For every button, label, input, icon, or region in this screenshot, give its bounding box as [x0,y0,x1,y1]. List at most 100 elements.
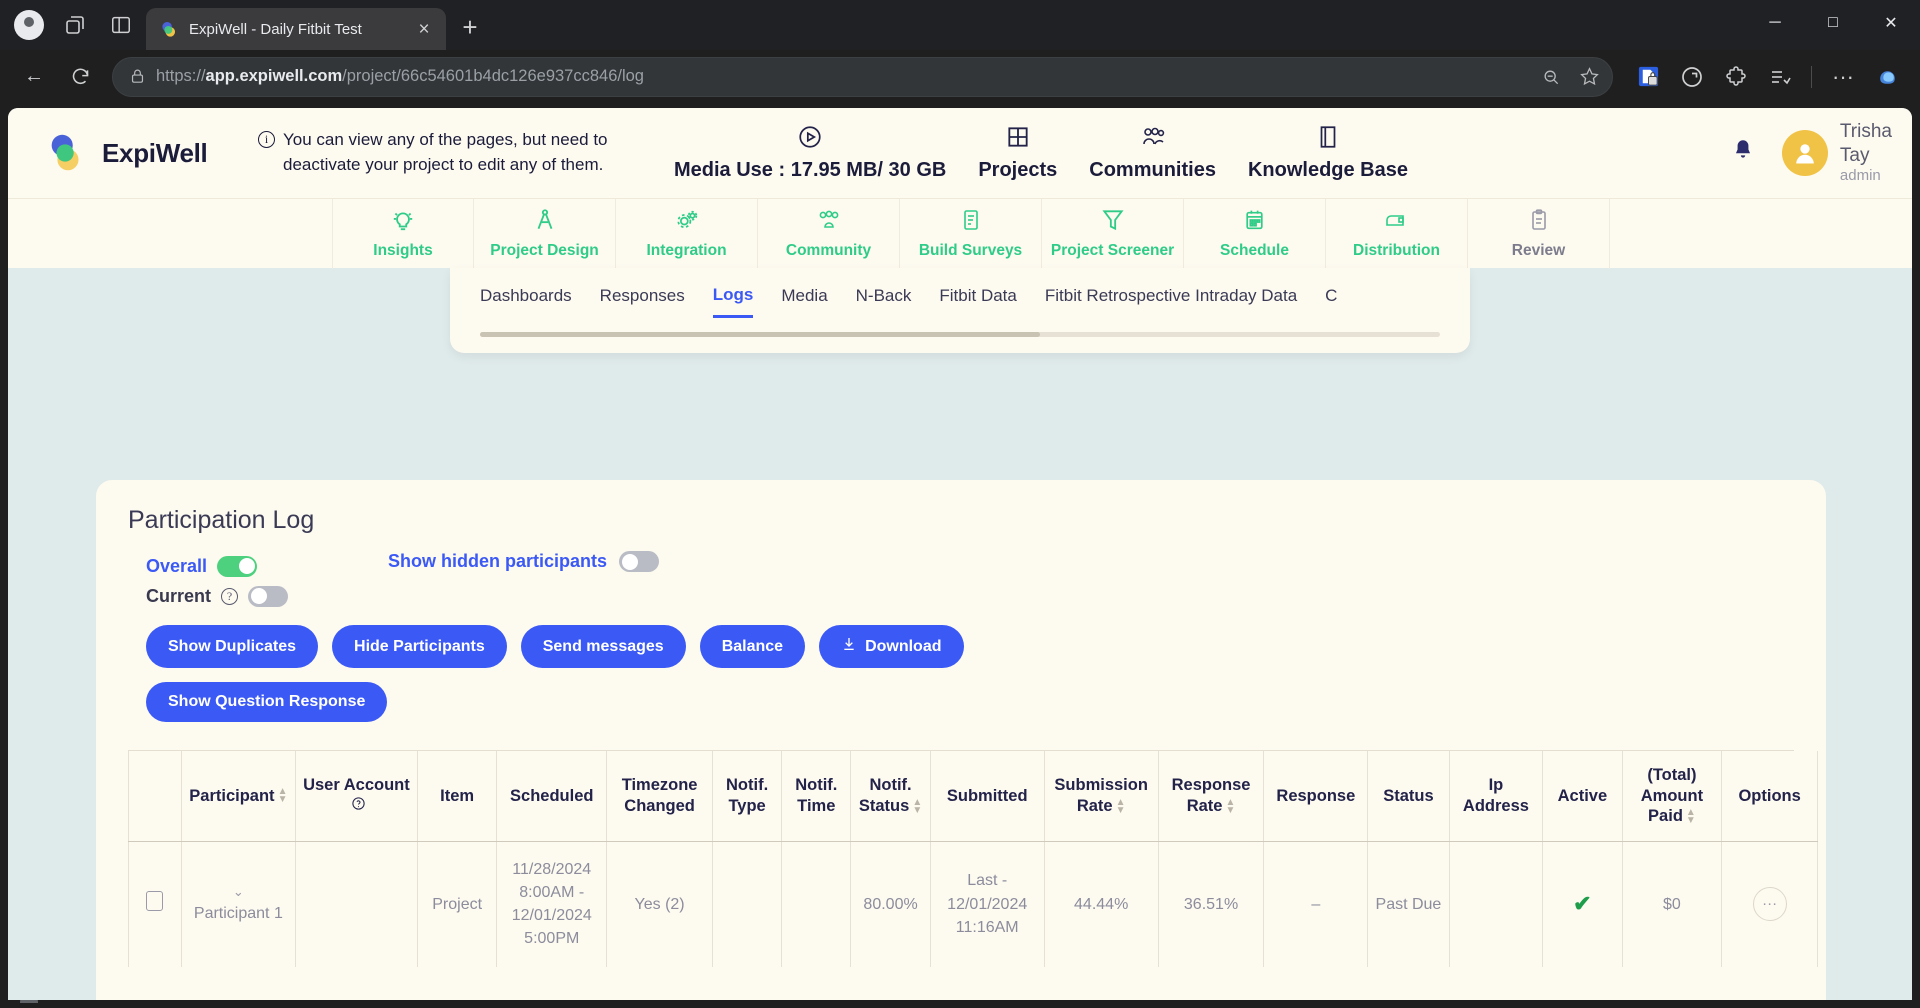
col-amount-paid[interactable]: (Total) Amount Paid ▲ ▼ [1622,751,1723,842]
show-hidden-participants-label: Show hidden participants [388,551,608,571]
avatar[interactable] [1781,130,1828,176]
sort-icon[interactable]: ▲ ▼ [1686,807,1696,825]
col-submission-rate[interactable]: Submission Rate ▲ ▼ [1044,751,1159,842]
nav-tab-schedule[interactable]: Schedule [1184,198,1326,269]
nav-tab-label: Project Design [490,242,599,259]
nav-tab-label: Insights [373,242,433,259]
browser-tab[interactable]: ExpiWell - Daily Fitbit Test × [146,8,446,50]
pdf-lock-extension-icon[interactable] [1629,58,1667,96]
window-controls: ─ □ ✕ [1746,0,1920,45]
close-tab-icon[interactable]: × [412,20,436,39]
cell-participant[interactable]: ⌄ Participant 1 [181,841,296,967]
nav-tab-community[interactable]: Community [758,198,900,269]
header-item-communities[interactable]: Communities [1073,124,1232,182]
row-checkbox-cell[interactable] [128,841,182,967]
participant-name: Participant 1 [193,905,283,923]
address-bar[interactable]: https://app.expiwell.com/project/66c5460… [112,56,1613,97]
star-icon[interactable] [1579,66,1600,87]
col-options: Options [1721,751,1818,842]
media-play-icon [797,124,823,155]
overall-toggle[interactable] [217,555,258,577]
send-messages-button[interactable]: Send messages [520,625,686,668]
zoom-out-magnifier-icon[interactable] [1541,67,1561,87]
overall-toggle-row: Overall [146,551,288,581]
hide-participants-button[interactable]: Hide Participants [332,625,507,668]
row-options-button[interactable]: ··· [1752,887,1787,922]
notification-bell-icon[interactable] [1730,137,1756,170]
nav-tab-project-design[interactable]: Project Design [474,198,616,269]
project-nav-tabs: Insights Project Design Integration Comm… [8,198,1912,269]
profile-button[interactable] [8,4,50,1003]
show-duplicates-button[interactable]: Show Duplicates [146,625,319,668]
header-item-label: Knowledge Base [1247,159,1408,181]
nav-tab-label: Review [1511,242,1566,259]
help-icon[interactable]: ? [221,587,239,605]
sub-tab-partial[interactable]: C [1325,286,1337,316]
nav-tab-label: Project Screener [1050,242,1175,259]
puzzle-extensions-icon[interactable] [1717,58,1755,96]
balance-button[interactable]: Balance [699,625,806,668]
chevron-down-icon[interactable]: ⌄ [188,883,289,902]
nav-tab-build-surveys[interactable]: Build Surveys [900,198,1042,269]
sub-tab-n-back[interactable]: N-Back [856,286,912,316]
project-notice: i You can view any of the pages, but nee… [258,128,658,177]
user-info[interactable]: Trisha Tay admin [1840,120,1892,186]
close-window-button[interactable]: ✕ [1862,0,1920,45]
row-checkbox[interactable] [146,890,164,911]
sub-tab-fitbit-retrospective[interactable]: Fitbit Retrospective Intraday Data [1045,286,1297,316]
more-options-button[interactable]: ··· [1824,58,1862,96]
header-item-knowledge-base[interactable]: Knowledge Base [1232,124,1424,182]
brand-logo[interactable]: ExpiWell [44,130,244,176]
grid-icon [1005,124,1031,155]
col-notif-status[interactable]: Notif. Status ▲ ▼ [850,751,931,842]
sub-tabs-scrollbar-thumb[interactable] [480,332,1040,337]
show-question-response-button[interactable]: Show Question Response [146,682,388,722]
col-notif-type: Notif. Type [712,751,783,842]
sub-tab-media[interactable]: Media [781,286,827,316]
cell-options[interactable]: ··· [1721,841,1818,967]
cell-item: Project [417,841,498,967]
lightbulb-icon [390,207,416,238]
reload-button[interactable] [60,57,100,97]
sort-icon[interactable]: ▲ ▼ [1116,797,1126,815]
table-header: Participant ▲ ▼ User Account Item Schedule… [128,751,1818,842]
col-status: Status [1367,751,1450,842]
tab-collections-icon[interactable] [54,4,96,46]
nav-tab-integration[interactable]: Integration [616,198,758,269]
header-item-projects[interactable]: Projects [962,124,1073,182]
download-button-label: Download [865,637,942,655]
nav-tab-insights[interactable]: Insights [332,198,474,269]
nav-tab-distribution[interactable]: Distribution [1326,198,1468,269]
sub-tab-dashboards[interactable]: Dashboards [480,286,572,316]
show-hidden-participants-toggle[interactable] [619,551,660,572]
new-tab-button[interactable]: + [450,7,490,47]
sort-icon[interactable]: ▲ ▼ [1225,797,1235,815]
nav-tab-project-screener[interactable]: Project Screener [1042,198,1184,269]
sub-tab-responses[interactable]: Responses [600,286,685,316]
grammarly-extension-icon[interactable] [1673,58,1711,96]
minimize-button[interactable]: ─ [1746,0,1804,45]
back-button[interactable]: ← [14,57,54,97]
help-icon[interactable] [351,796,366,817]
collections-icon[interactable] [1761,58,1799,96]
sort-icon[interactable]: ▲ ▼ [278,787,288,805]
download-button[interactable]: Download [819,625,964,668]
overall-label: Overall [146,555,208,576]
split-screen-icon[interactable] [100,4,142,46]
cell-response: – [1263,841,1369,967]
current-toggle[interactable] [248,585,289,607]
nav-tab-review[interactable]: Review [1468,198,1610,269]
current-label: Current [146,585,212,606]
maximize-button[interactable]: □ [1804,0,1862,45]
calendar-icon [1242,207,1267,238]
col-response-rate[interactable]: Response Rate ▲ ▼ [1158,751,1265,842]
sort-icon[interactable]: ▲ ▼ [912,797,922,815]
col-user-account: User Account [295,751,418,842]
project-notice-text: You can view any of the pages, but need … [283,130,608,174]
table-row[interactable]: ⌄ Participant 1 Project 11/28/2024 8:00A… [128,841,1818,967]
sub-tab-logs[interactable]: Logs [712,285,754,318]
sub-tabs-scrollbar[interactable] [480,332,1440,337]
sub-tab-fitbit-data[interactable]: Fitbit Data [939,286,1016,316]
copilot-icon[interactable] [1868,58,1906,96]
col-participant[interactable]: Participant ▲ ▼ [181,751,296,842]
